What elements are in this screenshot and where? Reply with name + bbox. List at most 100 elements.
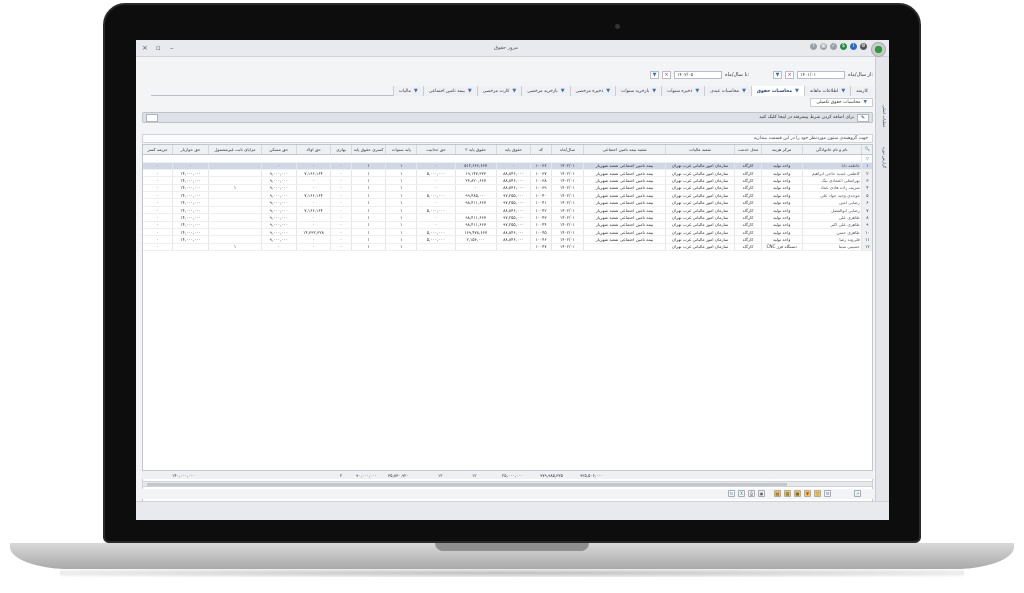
column-header-8[interactable]: حقوق پایه [496,145,532,155]
table-cell: ۱۴,۰۰۰,۰۰۰ [172,213,209,222]
table-cell: ۱۰۰۴۳ [530,213,552,222]
table-cell: ۲,۱۵۳,۰۰۰ [455,235,497,244]
group-by-panel[interactable]: جهت گروهبندی ستون موردنظر خود را در این … [142,134,873,143]
columns-icon[interactable]: ▥ [784,490,791,497]
chooser-icon[interactable]: ▦ [794,490,801,497]
column-header-5[interactable]: شعبه بیمه تامین اجتماعی [583,145,666,155]
column-header-17[interactable]: حق خواربار [172,145,209,155]
tab-10[interactable]: مالیات ▼ [392,86,423,96]
table-cell: واحد تولید [761,184,803,193]
column-header-18[interactable]: جریمه کسر [143,145,174,155]
from-funnel-icon[interactable]: ▼ [773,71,783,79]
table-cell: ۰ [330,176,352,185]
funnel-icon: ▼ [413,88,418,94]
grid-filter-row[interactable]: ▽ [143,154,872,163]
tab-4[interactable]: ذخیره سنوات ▼ [661,86,705,96]
column-header-9[interactable]: حقوق پایه ۲ [455,145,497,155]
tab-3[interactable]: محاسبات عیدی ▼ [704,86,751,96]
column-header-12[interactable]: کسری حقوق پایه [351,145,387,155]
tab-6[interactable]: ذخیره مرخصی ▼ [569,86,616,96]
table-row[interactable]: ۲ کاظمی عبدیه حاجی ابراهیم واحد تولید کارگا… [143,169,872,178]
print-icon[interactable]: ⎙ [748,490,755,497]
table-cell: ۰ [296,221,332,230]
column-header-6[interactable]: سال/ماه [551,145,585,155]
column-header-13[interactable]: بهاری [330,145,352,155]
table-row[interactable]: ۹ طاهری علی اکبر واحد تولید کارگاه سازمان ام… [143,221,872,230]
advanced-condition-bar[interactable]: برای اضافه کردن شرط پیشرفته در اینجا کلی… [142,112,873,123]
table-row[interactable]: ۴ شریف زاده هادی عماد واحد تولید کارگاه سازم… [143,184,872,193]
refresh-icon[interactable]: ↻ [728,490,735,497]
table-row[interactable]: ۱۱ قلی‌وند رضا واحد تولید کارگاه سازمان امور… [143,235,872,244]
condition-toggle-button[interactable] [146,114,158,122]
table-cell: سازمان امور مالیاتی غرب تهران [665,176,736,185]
to-input[interactable]: ۱۴۰۲/۰۵ [674,71,723,79]
table-row[interactable]: ۵ موحدی وحید جواد علی واحد تولید کارگاه سازم… [143,191,872,200]
export-icon[interactable]: ↗ [854,490,861,497]
tab-7[interactable]: بازخرید مرخصی ▼ [521,86,570,96]
column-header-15[interactable]: حق مسکن [261,145,297,155]
column-header-11[interactable]: پایه سنوات [385,145,418,155]
excel-icon[interactable]: X [738,490,745,497]
filter-funnel-icon[interactable]: ▽ [861,154,872,163]
side-nav-item-report[interactable]: گزارش دوره [877,147,887,168]
from-input[interactable]: ۱۴۰۱/۰۱ [797,71,846,79]
column-header-3[interactable]: محل خدمت [734,145,762,155]
table-cell: ۰ [496,162,532,170]
table-row[interactable]: ۸ طاهری علی واحد تولید کارگاه سازمان امور ما… [143,213,872,222]
money-icon[interactable]: $ [840,43,847,50]
table-cell: رضایی ابوالفضل [802,206,862,215]
save-icon[interactable]: ▣ [758,490,765,497]
column-header-2[interactable]: مرکز هزینه [761,145,803,155]
table-row[interactable]: ۱۲ حسینی سینا دستگاه فرز CNC کارگاه سازمان ا… [143,243,872,252]
tab-label: کارمند [856,88,868,94]
table-cell: ۰ [296,176,332,185]
to-clear-icon[interactable]: × [662,71,672,79]
horizontal-scrollbar[interactable] [142,481,873,487]
row-number: ۴ [861,184,872,193]
info-icon[interactable]: i [850,43,857,50]
table-cell: ۰ [143,162,174,170]
column-header-16[interactable]: مزایای ثابت غیرمشمول [208,145,262,155]
table-cell: بیمه تامین اجتماعی شعبه شهریار [583,162,666,170]
layout-icon[interactable]: ▤ [774,490,781,497]
from-clear-icon[interactable]: × [785,71,795,79]
table-row[interactable]: ۱۰ طاهری حسن واحد تولید کارگاه سازمان امور م… [143,228,872,237]
side-nav-item-main[interactable]: عملیات اصلی [877,105,887,128]
table-cell: سازمان امور مالیاتی غرب تهران [665,213,736,222]
table-row[interactable]: ۶ رضایی امین واحد تولید کارگاه سازمان امور م… [143,198,872,207]
column-header-7[interactable]: کد [530,145,552,155]
column-header-1[interactable]: نام و نام خانوادگی [802,145,862,155]
minimize-icon[interactable]: – [170,44,174,52]
column-header-14[interactable]: حق اولاد [296,145,332,155]
tab-1[interactable]: اطلاعات ماهانه ▼ [803,86,851,96]
tab-8[interactable]: کارت مرخصی ▼ [476,86,522,96]
table-cell: ۱۴۰۲/۰۱ [551,243,585,252]
add-condition-icon[interactable]: ✎ [857,114,869,122]
tab-9[interactable]: بیمه تامین اجتماعی ▼ [422,86,477,96]
tab-supplementary-salary[interactable]: محاسبات حقوق تکمیلی ▼ [810,98,873,107]
tab-5[interactable]: بازخرید سنوات ▼ [615,86,662,96]
help-icon[interactable]: ? [810,43,817,50]
maximize-icon[interactable]: ▫ [156,44,161,52]
filter-icon[interactable]: ▼ [804,490,811,497]
funnel-clear-icon[interactable]: ▽ [814,490,821,497]
table-row[interactable]: ۷ رضایی ابوالفضل واحد تولید کارگاه سازمان ام… [143,206,872,215]
close-icon[interactable]: × [142,44,148,52]
table-cell: سازمان امور مالیاتی غرب تهران [665,221,736,230]
group-icon[interactable]: ☰ [824,490,831,497]
scroll-thumb[interactable] [147,483,787,486]
to-funnel-icon[interactable]: ▼ [650,71,660,79]
table-cell: بیمه تامین اجتماعی شعبه شهریار [583,206,666,215]
table-row[interactable]: ۳ بهرامعلی اعتمادی بیگ واحد تولید کارگاه ساز… [143,176,872,185]
tab-2[interactable]: محاسبات حقوق ▼ [750,86,804,96]
status-bar [136,501,889,520]
column-header-search[interactable]: 🔍 [861,145,872,155]
table-cell: ۷,۱۶۶,۱۶۴ [296,191,332,200]
table-row[interactable]: ۱ عاطفه دانا واحد تولید کارگاه سازمان امور م… [143,162,872,170]
settings-icon[interactable]: ⚙ [860,43,867,50]
column-header-10[interactable]: حق جذابیت [416,145,456,155]
calculator-icon[interactable]: ▦ [820,43,827,50]
check-icon[interactable]: ✓ [830,43,837,50]
tab-0[interactable]: کارمند [850,86,873,96]
column-header-4[interactable]: شعبه مالیات [665,145,736,155]
